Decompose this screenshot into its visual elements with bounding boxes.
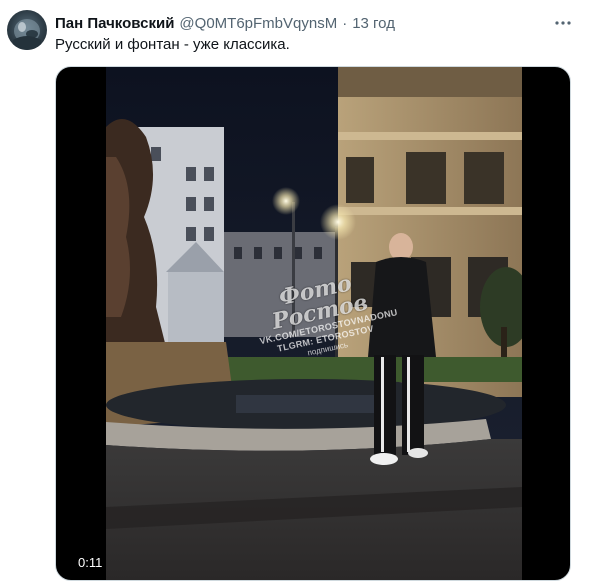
- avatar-image: [13, 19, 41, 50]
- avatar[interactable]: [7, 10, 47, 50]
- tweet-header: Пан Пачковский @Q0MT6pFmbVqynsM · 13 год: [55, 13, 395, 33]
- user-handle[interactable]: @Q0MT6pFmbVqynsM: [179, 15, 337, 32]
- tweet-card[interactable]: Пан Пачковский @Q0MT6pFmbVqynsM · 13 год…: [0, 0, 593, 584]
- more-horizontal-icon: [555, 21, 571, 25]
- tweet-text: Русский и фонтан - уже классика.: [55, 36, 290, 53]
- video-player[interactable]: Фото Ростов VK.COM/ETOROSTOVNADONU TLGRM…: [55, 66, 571, 581]
- timestamp[interactable]: 13 год: [352, 15, 395, 32]
- display-name[interactable]: Пан Пачковский: [55, 15, 174, 32]
- separator-dot: ·: [342, 14, 348, 32]
- video-duration-badge: 0:11: [74, 553, 107, 572]
- more-options-button[interactable]: [552, 12, 574, 34]
- video-frame[interactable]: Фото Ростов VK.COM/ETOROSTOVNADONU TLGRM…: [106, 67, 522, 580]
